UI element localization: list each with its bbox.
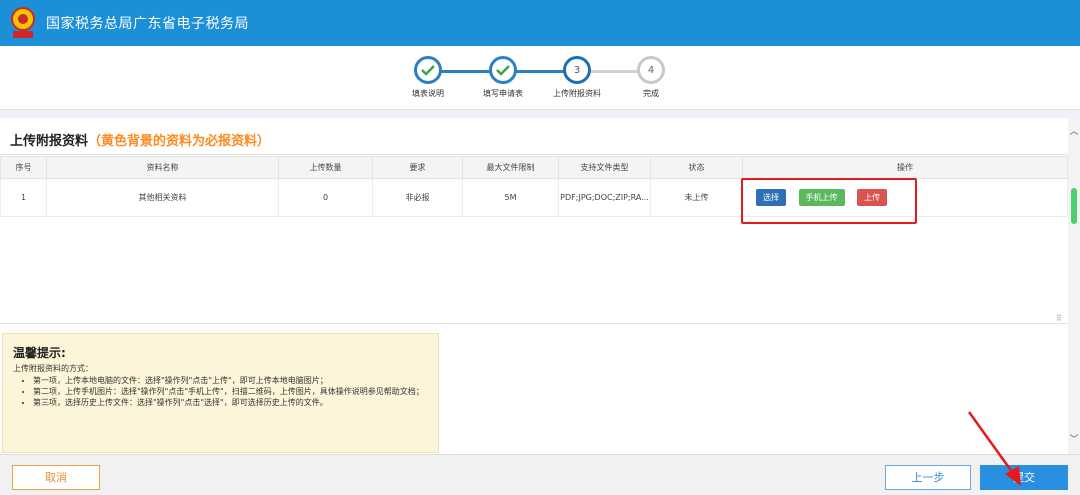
tips-item: 第一项，上传本地电脑的文件：选择"操作列"点击"上传"，即可上传本地电脑图片； [33,375,428,386]
col-header-requirement: 要求 [372,156,463,179]
resize-grip-icon[interactable]: ⠿ [1056,314,1062,323]
col-header-name: 资料名称 [46,156,279,179]
step-number: 3 [563,56,591,84]
step-label: 完成 [643,89,659,98]
scroll-down-icon[interactable]: ﹀ [1068,434,1080,446]
divider [0,323,1068,324]
previous-step-button[interactable]: 上一步 [885,465,971,490]
progress-steps: 填表说明 填写申请表 3 上传附报资料 4 完成 [0,46,1080,110]
col-header-index: 序号 [0,156,47,179]
cell-max-size: 5M [462,178,559,217]
step-label: 填写申请表 [483,89,523,98]
cell-index: 1 [0,178,47,217]
footer-bar: 取消 上一步 提交 [0,454,1080,495]
highlight-box [741,178,917,224]
check-icon [489,56,517,84]
tax-emblem-icon [8,6,38,40]
tips-intro: 上传附报资料的方式： [13,364,93,373]
required-hint: （黄色背景的资料为必报资料） [88,134,271,149]
check-icon [414,56,442,84]
col-header-count: 上传数量 [278,156,373,179]
col-header-types: 支持文件类型 [558,156,651,179]
step-3: 3 上传附报资料 [537,56,617,99]
tips-item: 第二项，上传手机图片：选择"操作列"点击"手机上传"，扫描二维码，上传图片，具体… [33,386,428,397]
cell-types: PDF;JPG;DOC;ZIP;RA... [558,178,651,217]
step-label: 上传附报资料 [553,89,601,98]
tips-title: 温馨提示: [13,346,66,360]
col-header-status: 状态 [650,156,743,179]
app-header: 国家税务总局广东省电子税务局 [0,0,1080,46]
cell-requirement: 非必报 [372,178,463,217]
vertical-scrollbar[interactable]: ︿ ﹀ [1068,118,1080,454]
step-label: 填表说明 [412,89,444,98]
tips-item: 第三项，选择历史上传文件：选择"操作列"点击"选择"，即可选择历史上传的文件。 [33,397,428,408]
col-header-actions: 操作 [742,156,1068,179]
cancel-button[interactable]: 取消 [12,465,100,490]
col-header-max-size: 最大文件限制 [462,156,559,179]
tips-box: 温馨提示: 上传附报资料的方式： 第一项，上传本地电脑的文件：选择"操作列"点击… [2,333,439,453]
submit-button[interactable]: 提交 [980,465,1068,490]
site-title: 国家税务总局广东省电子税务局 [46,16,249,32]
cell-count: 0 [278,178,373,217]
tips-list: 第一项，上传本地电脑的文件：选择"操作列"点击"上传"，即可上传本地电脑图片； … [33,375,428,408]
step-2: 填写申请表 [463,56,543,99]
cell-name: 其他相关资料 [46,178,279,217]
panel-title-text: 上传附报资料 [10,134,89,149]
scroll-up-icon[interactable]: ︿ [1068,126,1080,138]
divider [0,154,1068,155]
step-4: 4 完成 [611,56,691,99]
table-header-row: 序号 资料名称 上传数量 要求 最大文件限制 支持文件类型 状态 操作 [0,156,1068,179]
panel-title: 上传附报资料（黄色背景的资料为必报资料） [10,130,270,149]
step-number: 4 [637,56,665,84]
scrollbar-thumb[interactable] [1071,188,1077,224]
upload-panel: 上传附报资料（黄色背景的资料为必报资料） 序号 资料名称 上传数量 要求 最大文… [0,118,1068,454]
step-1: 填表说明 [388,56,468,99]
cell-status: 未上传 [650,178,743,217]
